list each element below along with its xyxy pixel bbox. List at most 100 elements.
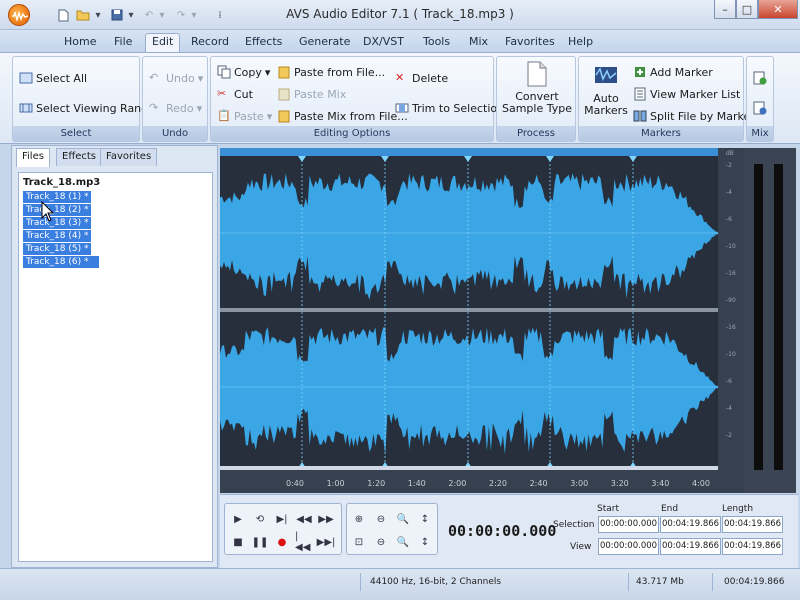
select-viewing-range-button[interactable]: Select Viewing Range <box>19 99 155 117</box>
menu-bar: Home File Edit Record Effects Generate D… <box>0 30 800 52</box>
selection-length-field[interactable]: 00:04:19.866 <box>722 516 783 533</box>
zoom-vertical-in-icon[interactable]: ↕ <box>415 509 435 529</box>
play-loop-icon[interactable]: ⟲ <box>250 509 270 529</box>
selection-end-field[interactable]: 00:04:19.866 <box>660 516 721 533</box>
file-list-item[interactable]: Track_18 (3) * <box>23 217 92 229</box>
tab-effects-panel[interactable]: Effects <box>56 148 102 166</box>
redo-button[interactable]: ↷ Redo ▾ <box>149 99 202 117</box>
status-size: 43.717 Mb <box>636 577 684 587</box>
status-divider <box>628 573 629 591</box>
level-meter-left <box>754 164 763 470</box>
view-start-field[interactable]: 00:00:00.000 <box>598 538 659 555</box>
tab-generate[interactable]: Generate <box>293 34 356 52</box>
tab-dx-vst[interactable]: DX/VST <box>357 34 410 52</box>
timeline-tick-label: 3:20 <box>610 479 629 488</box>
minimize-button[interactable]: – <box>714 0 736 19</box>
select-all-button[interactable]: Select All <box>19 69 87 87</box>
select-range-icon <box>19 103 33 113</box>
tab-effects[interactable]: Effects <box>239 34 288 52</box>
zoom-vertical-out-icon[interactable]: ↕ <box>415 532 435 552</box>
copy-label: Copy <box>234 65 262 79</box>
convert-sample-type-button[interactable]: Convert Sample Type <box>497 61 577 115</box>
maximize-button[interactable]: □ <box>736 0 758 19</box>
split-file-by-markers-button[interactable]: Split File by Markers <box>633 107 761 125</box>
file-list-item[interactable]: Track_18 (6) * <box>23 256 99 268</box>
auto-markers-label-line2: Markers <box>584 104 628 117</box>
mix-add-icon <box>753 71 767 85</box>
waveform-canvas[interactable] <box>220 148 718 493</box>
window-title: AVS Audio Editor 7.1 ( Track_18.mp3 ) <box>286 7 514 21</box>
db-scale-label: -10 <box>726 243 736 250</box>
view-length-field[interactable]: 00:04:19.866 <box>722 538 783 555</box>
redo-label: Redo <box>166 101 194 115</box>
cut-button[interactable]: ✂ Cut <box>217 85 253 103</box>
zoom-selection-icon[interactable]: ⊡ <box>349 532 369 552</box>
view-end-field[interactable]: 00:04:19.866 <box>660 538 721 555</box>
pause-icon[interactable]: ❚❚ <box>250 532 270 552</box>
delete-icon: ✕ <box>395 71 405 84</box>
tab-files[interactable]: Files <box>16 148 50 167</box>
mix-add-button[interactable] <box>753 69 767 87</box>
tab-tools[interactable]: Tools <box>417 34 456 52</box>
level-meters <box>744 148 796 493</box>
paste-from-file-button[interactable]: Paste from File... <box>277 63 385 81</box>
file-list-item[interactable]: Track_18 (5) * <box>23 243 92 255</box>
undo-button[interactable]: ↶ Undo ▾ <box>149 69 203 87</box>
go-to-start-icon[interactable]: |◀◀ <box>294 531 314 553</box>
go-to-end-icon[interactable]: ▶▶| <box>316 532 336 552</box>
zoom-all-icon[interactable]: 🔍 <box>393 532 413 552</box>
paste-mix-button[interactable]: Paste Mix <box>277 85 346 103</box>
paste-mix-from-file-button[interactable]: Paste Mix from File... <box>277 107 408 125</box>
zoom-in-icon[interactable]: ⊕ <box>349 509 369 529</box>
view-marker-list-button[interactable]: View Marker List <box>633 85 740 103</box>
file-list-item[interactable]: Track_18 (1) * <box>23 191 92 203</box>
timeline-tick-label: 4:00 <box>692 479 710 488</box>
mix-settings-button[interactable] <box>753 99 767 117</box>
timeline-tick-label: 1:00 <box>326 479 345 488</box>
tab-help[interactable]: Help <box>562 34 599 52</box>
copy-menu-icon: ▾ <box>264 65 271 79</box>
tab-edit[interactable]: Edit <box>145 33 181 52</box>
add-marker-button[interactable]: Add Marker <box>633 63 713 81</box>
auto-markers-button[interactable]: Auto Markers <box>583 63 629 117</box>
timeline-ruler[interactable]: 0:40 1:00 1:20 1:40 2:00 2:20 2:40 3:00 3:20 3:40… <box>220 470 718 493</box>
stop-icon[interactable]: ■ <box>228 532 248 552</box>
trim-to-selection-button[interactable]: Trim to Selection <box>395 99 504 117</box>
rewind-icon[interactable]: ◀◀ <box>294 509 314 529</box>
play-icon[interactable]: ▶ <box>228 509 248 529</box>
file-list-item[interactable]: Track_18 (2) * <box>23 204 92 216</box>
tab-favorites[interactable]: Favorites <box>499 34 561 52</box>
mouse-cursor-icon <box>41 201 55 222</box>
zoom-out-icon[interactable]: ⊖ <box>371 509 391 529</box>
auto-markers-icon <box>595 67 617 83</box>
file-root-item[interactable]: Track_18.mp3 <box>23 177 100 188</box>
tab-mix[interactable]: Mix <box>463 34 494 52</box>
db-scale-label: -6 <box>726 378 732 385</box>
undo-menu-icon: ▾ <box>197 71 204 85</box>
file-list-item[interactable]: Track_18 (4) * <box>23 230 92 242</box>
fast-forward-icon[interactable]: ▶▶ <box>316 509 336 529</box>
tab-home[interactable]: Home <box>58 34 102 52</box>
record-icon[interactable]: ● <box>272 532 292 552</box>
paste-button[interactable]: 📋 Paste ▾ <box>217 107 272 125</box>
selection-start-field[interactable]: 00:00:00.000 <box>598 516 659 533</box>
playback-controls: ▶ ⟲ ▶| ◀◀ ▶▶ ■ ❚❚ ● |◀◀ ▶▶| <box>224 503 342 555</box>
copy-button[interactable]: Copy ▾ <box>217 63 270 81</box>
add-marker-label: Add Marker <box>650 65 713 79</box>
tab-file[interactable]: File <box>108 34 138 52</box>
play-to-end-icon[interactable]: ▶| <box>272 509 292 529</box>
zoom-out-selection-icon[interactable]: ⊖ <box>371 532 391 552</box>
db-scale-label: -6 <box>726 216 732 223</box>
delete-button[interactable]: ✕ Delete <box>395 69 448 87</box>
copy-icon <box>217 65 231 79</box>
db-scale-label: -16 <box>726 324 736 331</box>
mix-group-label: Mix <box>747 126 773 141</box>
end-header: End <box>661 504 679 514</box>
waveform-view[interactable] <box>220 148 718 493</box>
zoom-full-icon[interactable]: 🔍 <box>393 509 413 529</box>
tab-record[interactable]: Record <box>185 34 235 52</box>
paste-mix-icon <box>278 88 290 101</box>
tab-favorites-panel[interactable]: Favorites <box>100 148 158 166</box>
process-group: Convert Sample Type Process <box>496 56 576 142</box>
close-button[interactable]: ✕ <box>758 0 798 19</box>
